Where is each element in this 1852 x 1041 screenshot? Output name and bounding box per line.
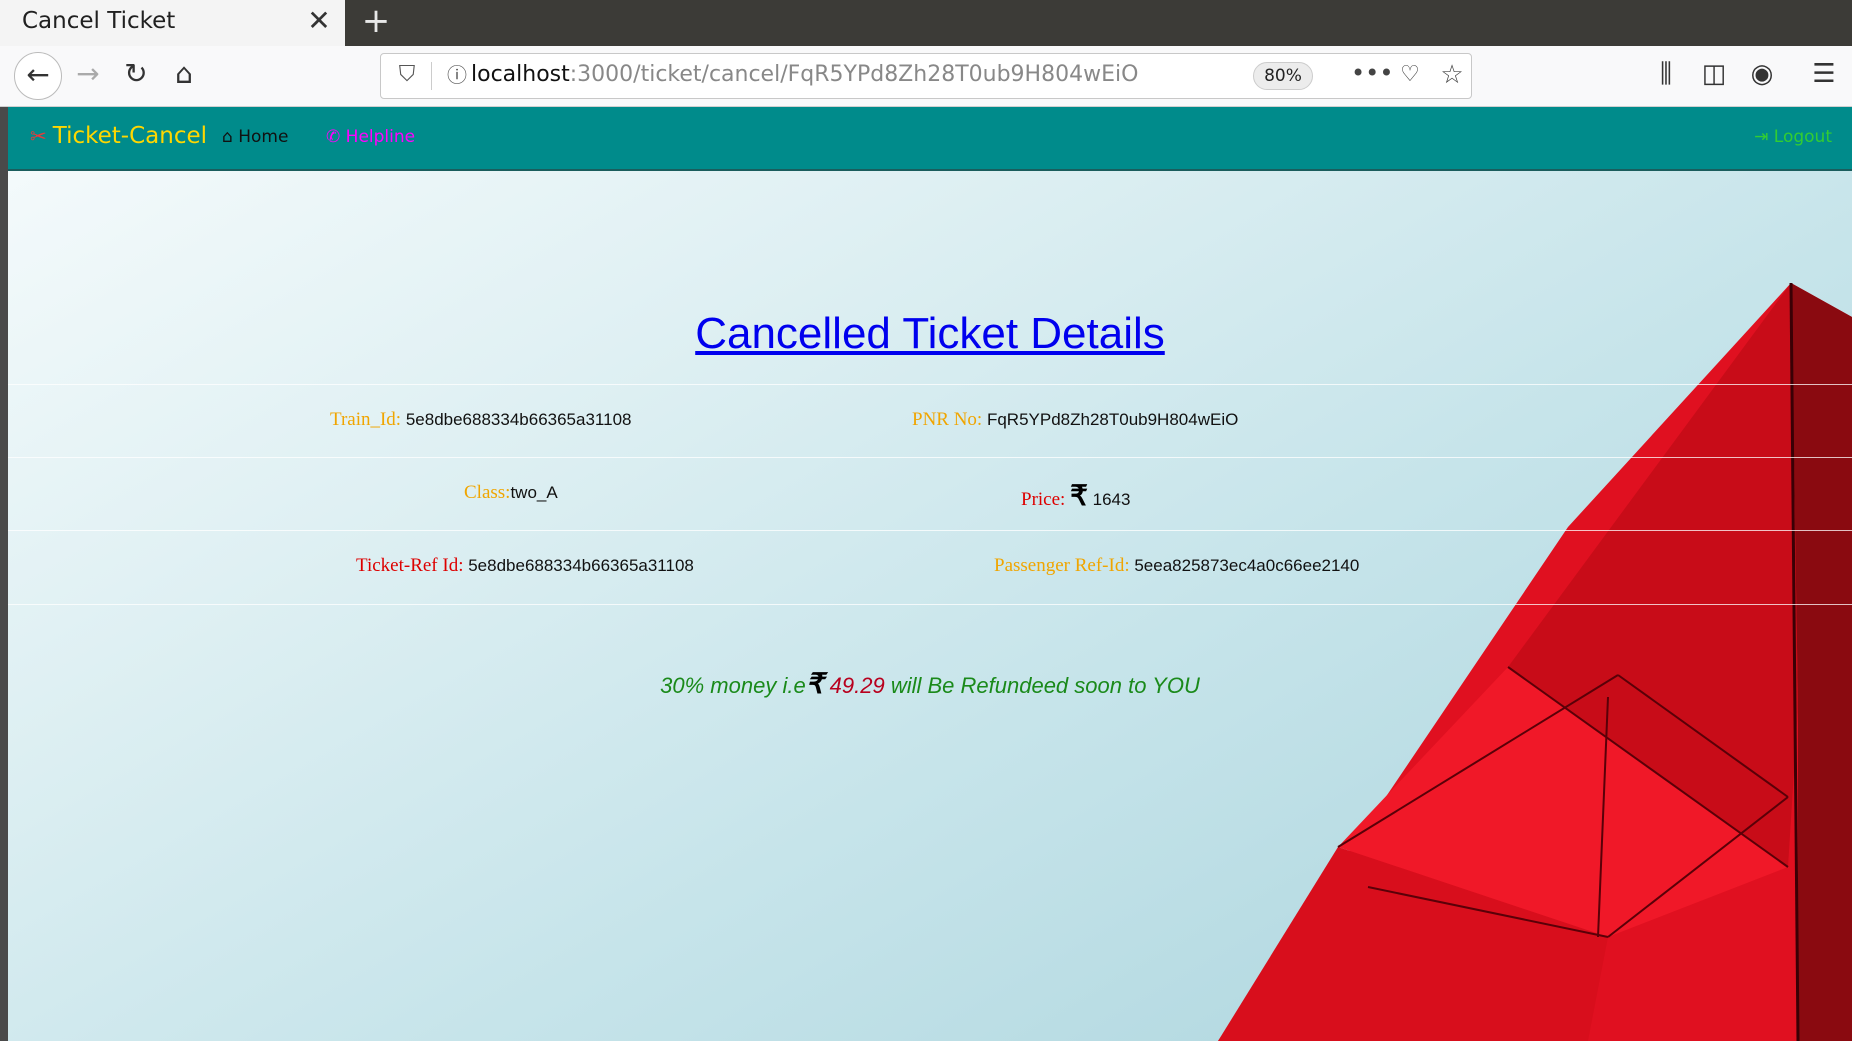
back-arrow-icon[interactable]: ←: [14, 52, 62, 100]
new-tab-icon[interactable]: +: [356, 2, 396, 42]
sidebar-icon[interactable]: ◫: [1694, 54, 1734, 94]
nav-helpline-link[interactable]: ✆ Helpline: [326, 127, 415, 147]
library-icon[interactable]: ⫼: [1646, 54, 1686, 94]
web-page: ✂ Ticket-Cancel ⌂ Home ✆ Helpline ⇥ Logou…: [8, 107, 1852, 1041]
close-tab-icon[interactable]: ✕: [306, 6, 332, 36]
url-path: :3000/ticket/cancel/FqR5YPd8Zh28T0ub9H80…: [569, 62, 1139, 87]
address-bar[interactable]: ⛉ ⓘ localhost:3000/ticket/cancel/FqR5YPd…: [380, 53, 1472, 99]
price-label: Price:: [1021, 489, 1066, 510]
nav-logout-link[interactable]: ⇥ Logout: [1754, 127, 1832, 147]
info-icon[interactable]: ⓘ: [443, 60, 471, 90]
divider: [8, 457, 1852, 458]
tab-title: Cancel Ticket: [22, 8, 176, 34]
url-text[interactable]: localhost:3000/ticket/cancel/FqR5YPd8Zh2…: [471, 62, 1138, 87]
divider: [8, 604, 1852, 605]
nav-home-link[interactable]: ⌂ Home: [222, 127, 288, 147]
forward-arrow-icon[interactable]: →: [68, 54, 108, 94]
pocket-icon[interactable]: ♡: [1393, 58, 1427, 92]
brand-text: Ticket-Cancel: [52, 123, 208, 149]
pnr-value: FqR5YPd8Zh28T0ub9H804wEiO: [986, 410, 1239, 429]
logout-icon: ⇥: [1754, 127, 1774, 147]
price-field: Price: ₹ 1643: [1021, 479, 1130, 512]
page-actions-icon[interactable]: •••: [1351, 58, 1393, 92]
ticket-ref-value: 5e8dbe688334b66365a31108: [468, 556, 694, 575]
cancel-logo-icon: ✂: [30, 124, 47, 148]
ticket-ref-field: Ticket-Ref Id: 5e8dbe688334b66365a31108: [356, 555, 694, 577]
home-icon: ⌂: [222, 127, 239, 147]
pnr-field: PNR No: FqR5YPd8Zh28T0ub9H804wEiO: [912, 409, 1238, 431]
browser-toolbar: ← → ↻ ⌂ ⛉ ⓘ localhost:3000/ticket/cancel…: [0, 46, 1852, 107]
price-value: 1643: [1092, 490, 1131, 509]
nav-home-label: Home: [238, 127, 289, 147]
class-value: two_A: [510, 483, 558, 502]
red-building-background-image: [1218, 282, 1852, 1041]
top-navbar: ✂ Ticket-Cancel ⌂ Home ✆ Helpline ⇥ Logou…: [8, 107, 1852, 171]
hamburger-menu-icon[interactable]: ☰: [1804, 54, 1844, 94]
bookmark-star-icon[interactable]: ☆: [1435, 58, 1469, 92]
refund-prefix: 30% money i.e: [660, 673, 806, 698]
refund-message: 30% money i.e₹ 49.29 will Be Refundeed s…: [8, 667, 1852, 700]
passenger-ref-value: 5eea825873ec4a0c66ee2140: [1134, 556, 1360, 575]
divider: [8, 530, 1852, 531]
page-title[interactable]: Cancelled Ticket Details: [8, 309, 1852, 359]
ticket-ref-label: Ticket-Ref Id:: [356, 555, 464, 576]
rupee-icon: ₹: [1070, 480, 1088, 511]
pnr-label: PNR No:: [912, 409, 983, 430]
home-icon[interactable]: ⌂: [164, 54, 204, 94]
class-field: Class:two_A: [464, 482, 558, 504]
rupee-icon: ₹: [805, 668, 824, 699]
brand-link[interactable]: ✂ Ticket-Cancel: [30, 123, 207, 149]
window-edge: [0, 107, 8, 1041]
account-icon[interactable]: ◉: [1742, 54, 1782, 94]
reload-icon[interactable]: ↻: [116, 54, 156, 94]
train-id-label: Train_Id:: [330, 409, 402, 430]
zoom-level-badge[interactable]: 80%: [1253, 62, 1313, 90]
shield-icon[interactable]: ⛉: [393, 60, 421, 90]
url-host: localhost: [471, 62, 570, 87]
nav-helpline-label: Helpline: [345, 127, 416, 147]
url-divider: [431, 62, 432, 90]
refund-amount: 49.29: [829, 673, 885, 698]
nav-logout-label: Logout: [1773, 127, 1832, 147]
passenger-ref-label: Passenger Ref-Id:: [994, 555, 1130, 576]
browser-tab[interactable]: Cancel Ticket ✕: [0, 0, 345, 46]
browser-tab-strip: Cancel Ticket ✕ +: [0, 0, 1852, 46]
train-id-value: 5e8dbe688334b66365a31108: [405, 410, 632, 429]
phone-icon: ✆: [326, 127, 346, 147]
class-label: Class:: [464, 482, 511, 503]
divider: [8, 384, 1852, 385]
passenger-ref-field: Passenger Ref-Id: 5eea825873ec4a0c66ee21…: [994, 555, 1359, 577]
refund-suffix: will Be Refundeed soon to YOU: [890, 673, 1200, 698]
train-id-field: Train_Id: 5e8dbe688334b66365a31108: [330, 409, 631, 431]
